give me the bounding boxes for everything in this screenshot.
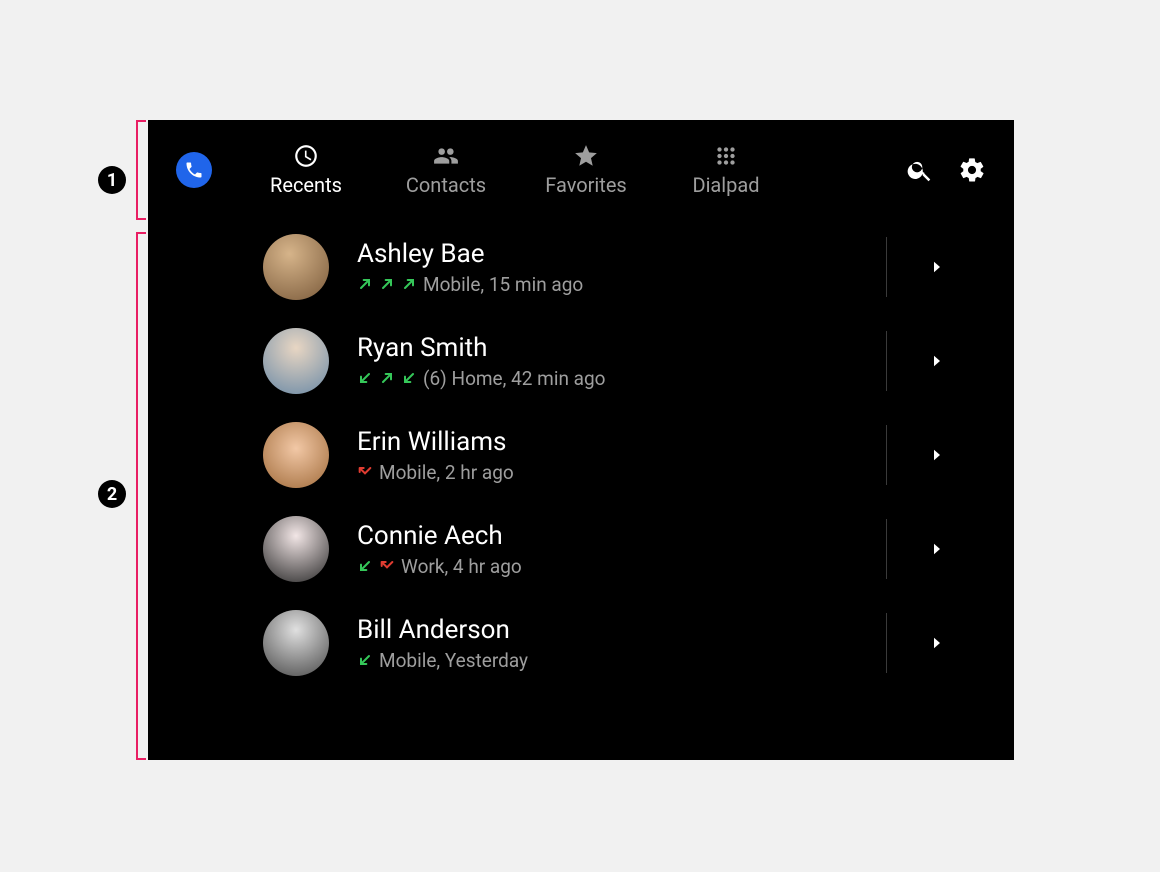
- call-meta-text: Mobile, Yesterday: [379, 649, 528, 672]
- call-out-icon: [379, 370, 395, 386]
- annotation-bracket-1: [136, 120, 146, 220]
- call-meta: Mobile, Yesterday: [357, 649, 886, 672]
- annotation-bracket-2: [136, 232, 146, 760]
- people-icon: [433, 143, 459, 169]
- phone-app-icon[interactable]: [176, 152, 212, 188]
- app-header: Recents Contacts Favorites Dialpad: [148, 120, 1014, 220]
- call-row[interactable]: Bill Anderson Mobile, Yesterday: [263, 596, 1014, 690]
- recents-list: Ashley Bae Mobile, 15 min ago Ryan Smith (6…: [148, 220, 1014, 690]
- call-row[interactable]: Ashley Bae Mobile, 15 min ago: [263, 220, 1014, 314]
- detail-button[interactable]: [886, 519, 986, 579]
- call-row[interactable]: Ryan Smith (6) Home, 42 min ago: [263, 314, 1014, 408]
- contact-name: Erin Williams: [357, 427, 886, 457]
- call-meta-text: Mobile, 15 min ago: [423, 273, 583, 296]
- tab-contacts[interactable]: Contacts: [376, 143, 516, 197]
- tab-favorites[interactable]: Favorites: [516, 143, 656, 197]
- chevron-right-icon: [928, 540, 946, 558]
- call-meta: Mobile, 15 min ago: [357, 273, 886, 296]
- contact-name: Ryan Smith: [357, 333, 886, 363]
- tab-label: Contacts: [406, 173, 486, 197]
- call-in-icon: [401, 370, 417, 386]
- contact-name: Connie Aech: [357, 521, 886, 551]
- call-meta-text: (6) Home, 42 min ago: [423, 367, 606, 390]
- call-out-icon: [379, 276, 395, 292]
- tab-dialpad[interactable]: Dialpad: [656, 143, 796, 197]
- avatar: [263, 328, 329, 394]
- phone-icon: [184, 160, 204, 180]
- call-out-icon: [357, 276, 373, 292]
- tab-recents[interactable]: Recents: [236, 143, 376, 197]
- avatar: [263, 234, 329, 300]
- star-icon: [573, 143, 599, 169]
- tab-label: Dialpad: [692, 173, 759, 197]
- clock-icon: [293, 143, 319, 169]
- chevron-right-icon: [928, 258, 946, 276]
- dialpad-icon: [713, 143, 739, 169]
- tab-label: Recents: [270, 173, 342, 197]
- call-out-icon: [401, 276, 417, 292]
- call-info: Bill Anderson Mobile, Yesterday: [357, 615, 886, 672]
- detail-button[interactable]: [886, 613, 986, 673]
- call-row[interactable]: Erin Williams Mobile, 2 hr ago: [263, 408, 1014, 502]
- call-info: Ryan Smith (6) Home, 42 min ago: [357, 333, 886, 390]
- detail-button[interactable]: [886, 237, 986, 297]
- annotation-badge-2: 2: [98, 480, 126, 508]
- phone-app-window: Recents Contacts Favorites Dialpad Ashle…: [148, 120, 1014, 760]
- header-actions: [906, 156, 986, 184]
- call-in-icon: [357, 370, 373, 386]
- tab-label: Favorites: [545, 173, 627, 197]
- call-meta: Work, 4 hr ago: [357, 555, 886, 578]
- call-info: Ashley Bae Mobile, 15 min ago: [357, 239, 886, 296]
- chevron-right-icon: [928, 352, 946, 370]
- call-meta-text: Work, 4 hr ago: [401, 555, 522, 578]
- call-info: Erin Williams Mobile, 2 hr ago: [357, 427, 886, 484]
- call-meta-text: Mobile, 2 hr ago: [379, 461, 514, 484]
- gear-icon[interactable]: [958, 156, 986, 184]
- call-info: Connie Aech Work, 4 hr ago: [357, 521, 886, 578]
- call-meta: (6) Home, 42 min ago: [357, 367, 886, 390]
- call-in-icon: [357, 558, 373, 574]
- call-meta: Mobile, 2 hr ago: [357, 461, 886, 484]
- tab-bar: Recents Contacts Favorites Dialpad: [236, 143, 906, 197]
- avatar: [263, 422, 329, 488]
- call-in-icon: [357, 652, 373, 668]
- contact-name: Ashley Bae: [357, 239, 886, 269]
- annotation-badge-1: 1: [98, 166, 126, 194]
- contact-name: Bill Anderson: [357, 615, 886, 645]
- call-row[interactable]: Connie Aech Work, 4 hr ago: [263, 502, 1014, 596]
- detail-button[interactable]: [886, 425, 986, 485]
- call-missed-icon: [357, 464, 373, 480]
- search-icon[interactable]: [906, 156, 934, 184]
- chevron-right-icon: [928, 634, 946, 652]
- avatar: [263, 516, 329, 582]
- chevron-right-icon: [928, 446, 946, 464]
- avatar: [263, 610, 329, 676]
- call-missed-icon: [379, 558, 395, 574]
- detail-button[interactable]: [886, 331, 986, 391]
